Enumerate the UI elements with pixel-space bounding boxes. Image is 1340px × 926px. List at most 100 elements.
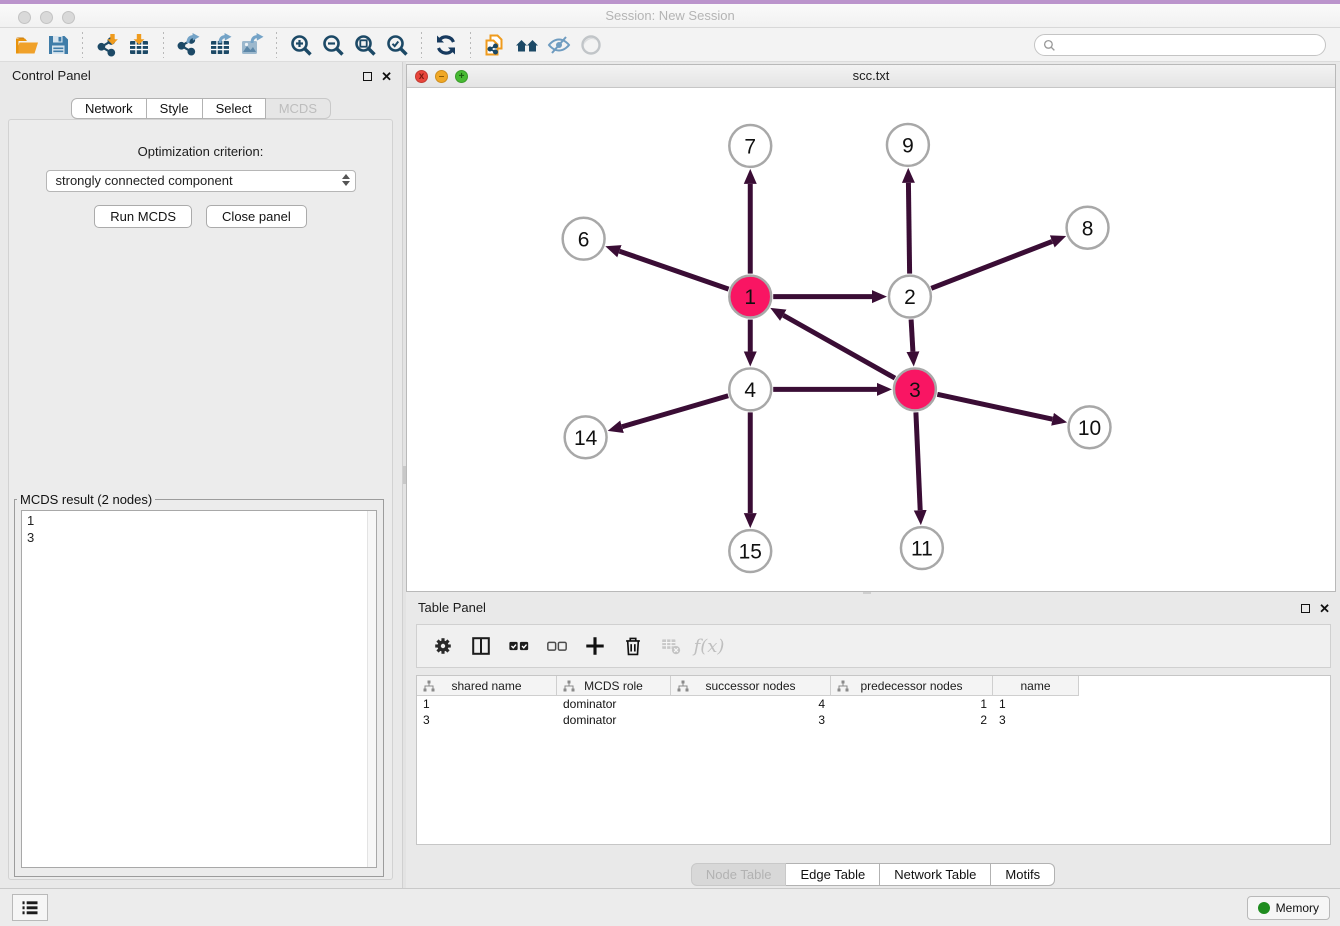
export-image-icon[interactable] (236, 30, 268, 60)
zoom-selected-icon[interactable] (381, 30, 413, 60)
node-table[interactable]: shared nameMCDS rolesuccessor nodesprede… (416, 675, 1331, 845)
search-box[interactable] (1034, 34, 1326, 56)
zoom-out-icon[interactable] (317, 30, 349, 60)
graph-node-6[interactable]: 6 (563, 218, 605, 260)
optimization-criterion-select[interactable]: strongly connected component (46, 170, 356, 192)
delete-table-icon[interactable] (655, 630, 687, 662)
duplicate-network-icon[interactable] (479, 30, 511, 60)
table-tab-node-table[interactable]: Node Table (691, 863, 787, 886)
network-canvas[interactable]: 1 2 3 4 6 7 8 9 10 11 14 15 (407, 88, 1335, 591)
tab-network[interactable]: Network (71, 98, 147, 119)
tab-style[interactable]: Style (147, 98, 203, 119)
graph-edge-2-8[interactable] (931, 241, 1052, 288)
result-scrollbar[interactable] (367, 511, 376, 867)
hide-selected-icon[interactable] (543, 30, 575, 60)
column-header-mcds-role[interactable]: MCDS role (557, 676, 671, 696)
network-minimize-button[interactable]: – (435, 70, 448, 83)
open-session-icon[interactable] (10, 30, 42, 60)
graph-node-15[interactable]: 15 (729, 530, 771, 572)
graph-node-14[interactable]: 14 (565, 416, 607, 458)
column-visibility-icon[interactable] (465, 630, 497, 662)
import-table-icon[interactable] (123, 30, 155, 60)
search-input[interactable] (1056, 38, 1325, 52)
import-network-icon[interactable] (91, 30, 123, 60)
zoom-in-icon[interactable] (285, 30, 317, 60)
float-table-panel-icon[interactable] (1301, 604, 1310, 613)
refresh-icon[interactable] (430, 30, 462, 60)
column-header-name[interactable]: name (993, 676, 1079, 696)
table-cell[interactable]: 1 (993, 696, 1079, 712)
graph-edge-3-10[interactable] (937, 394, 1052, 419)
graph-edge-3-11[interactable] (916, 412, 920, 510)
function-builder-icon[interactable]: f(x) (693, 630, 725, 662)
close-panel-icon[interactable]: ✕ (381, 70, 392, 83)
table-tabs: Node TableEdge TableNetwork TableMotifs (406, 863, 1340, 886)
first-neighbors-icon[interactable] (511, 30, 543, 60)
deselect-all-rows-icon[interactable] (541, 630, 573, 662)
graph-node-2[interactable]: 2 (889, 276, 931, 318)
column-label: name (1020, 679, 1050, 693)
select-all-rows-icon[interactable] (503, 630, 535, 662)
control-panel-header: Control Panel ✕ (0, 62, 402, 90)
export-table-icon[interactable] (204, 30, 236, 60)
table-cell[interactable]: dominator (557, 712, 671, 728)
table-cell[interactable]: 1 (417, 696, 557, 712)
graph-edge-2-9[interactable] (908, 183, 909, 274)
table-tab-edge-table[interactable]: Edge Table (786, 863, 880, 886)
graph-node-7[interactable]: 7 (729, 125, 771, 167)
graph-node-4[interactable]: 4 (729, 368, 771, 410)
control-panel: Control Panel ✕ NetworkStyleSelectMCDS O… (0, 62, 402, 888)
table-cell[interactable]: dominator (557, 696, 671, 712)
graph-node-10[interactable]: 10 (1069, 406, 1111, 448)
network-close-button[interactable]: x (415, 70, 428, 83)
column-header-predecessor-nodes[interactable]: predecessor nodes (831, 676, 993, 696)
close-panel-button[interactable]: Close panel (206, 205, 307, 228)
table-tab-motifs[interactable]: Motifs (991, 863, 1055, 886)
graph-node-label: 1 (744, 286, 756, 309)
table-cell[interactable]: 1 (831, 696, 993, 712)
table-tab-network-table[interactable]: Network Table (880, 863, 991, 886)
close-table-panel-icon[interactable]: ✕ (1319, 602, 1330, 615)
tab-select[interactable]: Select (203, 98, 266, 119)
run-mcds-button[interactable]: Run MCDS (94, 205, 192, 228)
graph-node-9[interactable]: 9 (887, 124, 929, 166)
close-window-button[interactable] (18, 11, 31, 24)
graph-edge-4-14[interactable] (622, 396, 728, 427)
network-graph[interactable]: 1 2 3 4 6 7 8 9 10 11 14 15 (407, 88, 1335, 591)
task-history-button[interactable] (12, 894, 48, 921)
graph-node-11[interactable]: 11 (901, 527, 943, 569)
column-header-shared-name[interactable]: shared name (417, 676, 557, 696)
column-header-successor-nodes[interactable]: successor nodes (671, 676, 831, 696)
show-all-icon[interactable] (575, 30, 607, 60)
table-settings-icon[interactable] (427, 630, 459, 662)
graph-node-3[interactable]: 3 (894, 368, 936, 410)
graph-edge-1-6[interactable] (619, 251, 728, 289)
graph-edge-2-3[interactable] (911, 320, 913, 352)
table-row[interactable]: 3dominator323 (417, 712, 1330, 728)
network-maximize-button[interactable]: + (455, 70, 468, 83)
table-cell[interactable]: 3 (671, 712, 831, 728)
graph-edge-3-1[interactable] (783, 315, 895, 378)
save-session-icon[interactable] (42, 30, 74, 60)
table-cell[interactable]: 3 (417, 712, 557, 728)
memory-label: Memory (1276, 901, 1319, 915)
graph-node-8[interactable]: 8 (1067, 207, 1109, 249)
zoom-fit-icon[interactable] (349, 30, 381, 60)
network-window-titlebar[interactable]: x – + scc.txt (407, 65, 1335, 88)
first-neighbors-icon (515, 33, 539, 57)
float-panel-icon[interactable] (363, 72, 372, 81)
zoom-window-button[interactable] (62, 11, 75, 24)
mcds-result-list[interactable]: 13 (21, 510, 377, 868)
table-cell[interactable]: 3 (993, 712, 1079, 728)
tab-mcds[interactable]: MCDS (266, 98, 331, 119)
minimize-window-button[interactable] (40, 11, 53, 24)
table-cell[interactable]: 2 (831, 712, 993, 728)
add-row-icon[interactable] (579, 630, 611, 662)
memory-button[interactable]: Memory (1247, 896, 1330, 920)
table-row[interactable]: 1dominator411 (417, 696, 1330, 712)
graph-node-label: 11 (911, 538, 933, 561)
graph-node-1[interactable]: 1 (729, 276, 771, 318)
table-cell[interactable]: 4 (671, 696, 831, 712)
export-network-icon[interactable] (172, 30, 204, 60)
delete-row-icon[interactable] (617, 630, 649, 662)
